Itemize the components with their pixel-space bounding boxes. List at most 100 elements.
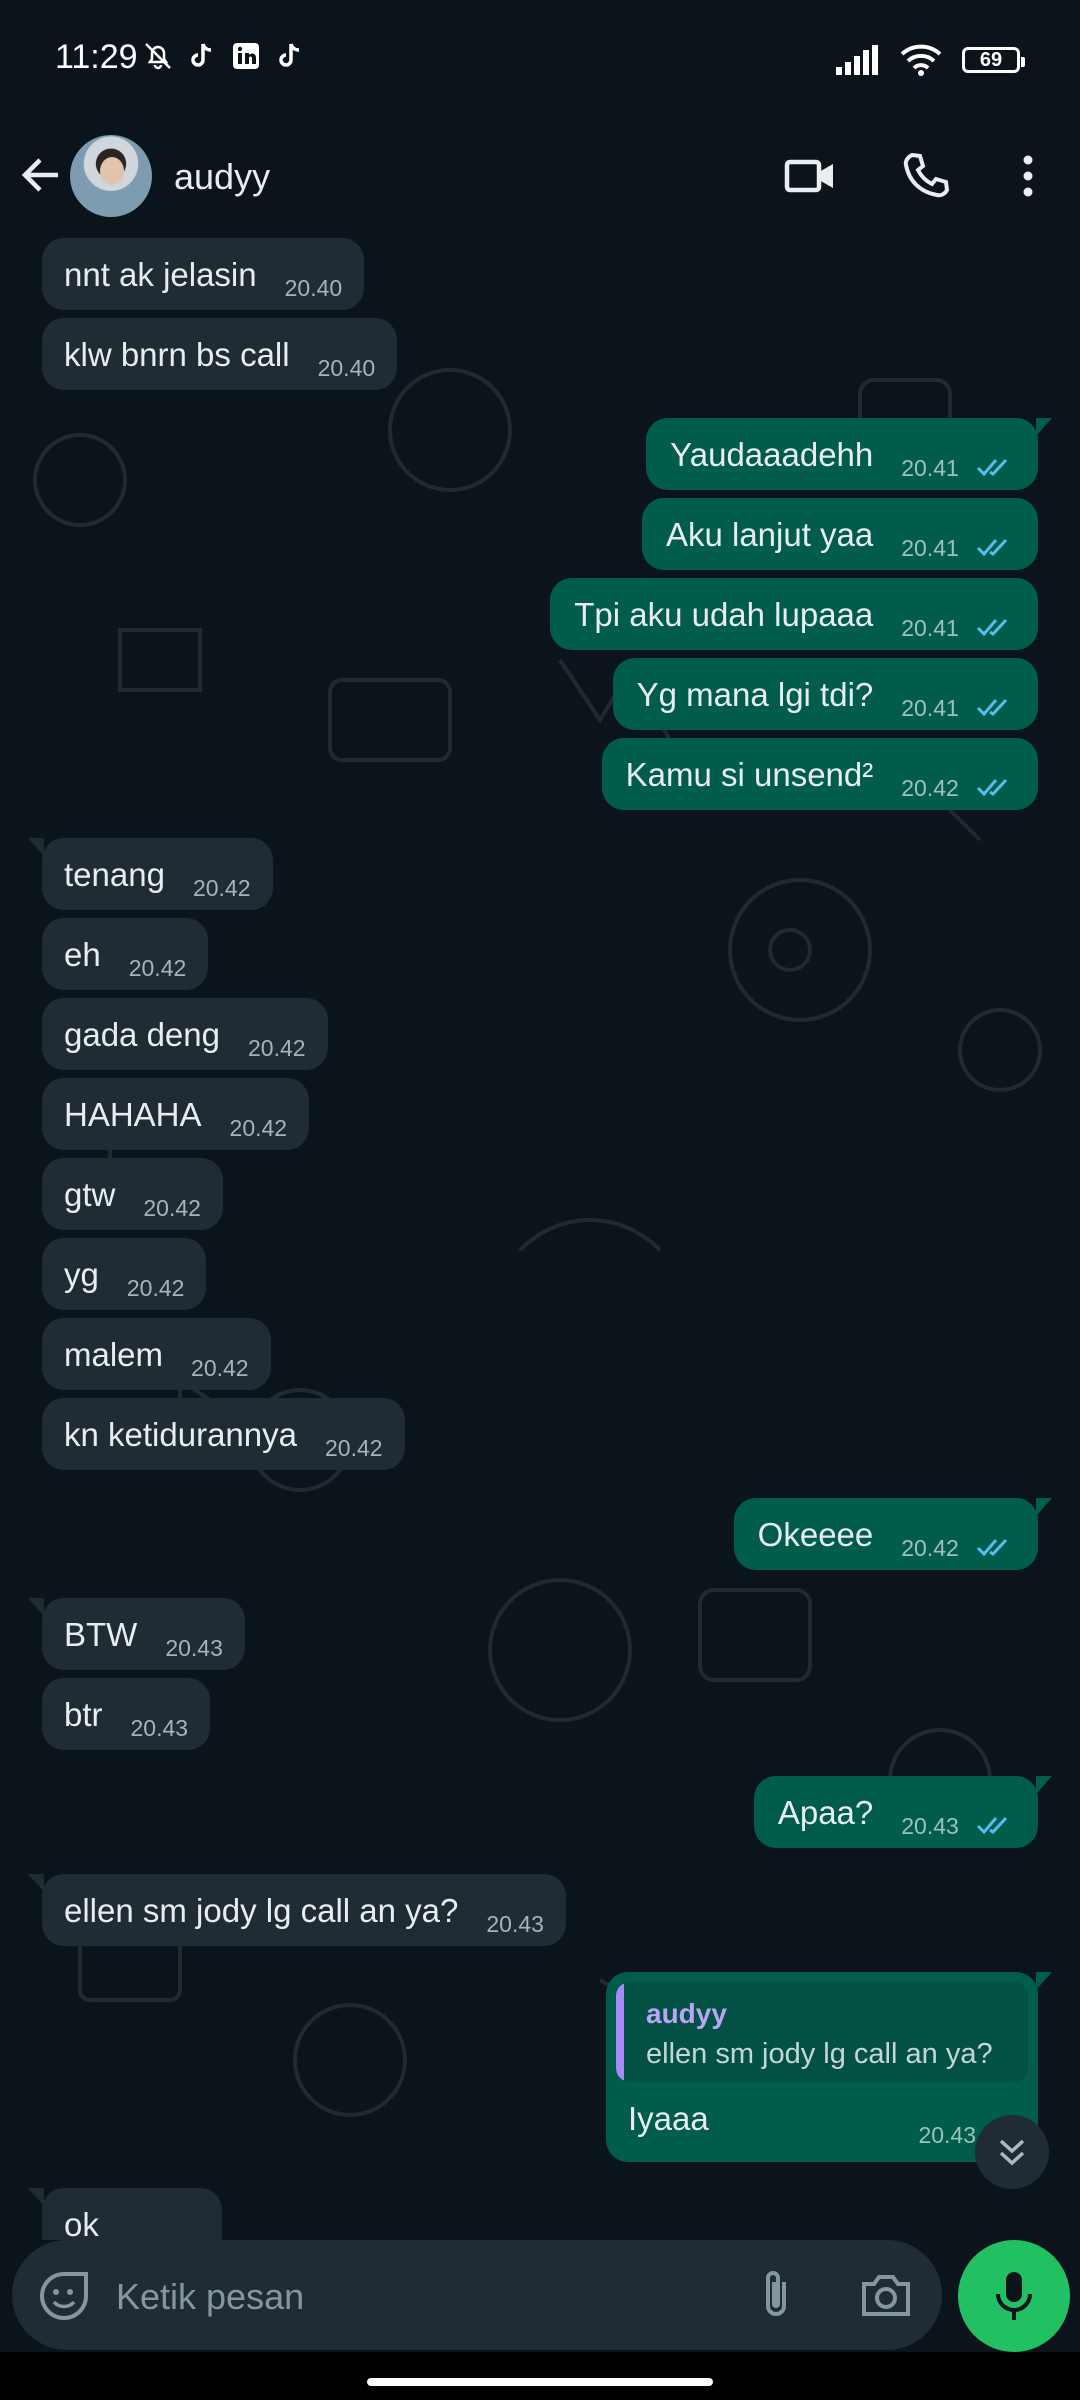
message-text: Yaudaaadehh [670, 436, 874, 473]
message-outgoing[interactable]: Aku lanjut yaa 20.41 [641, 498, 1038, 570]
message-time: 20.42 [192, 875, 251, 901]
message-outgoing[interactable]: Yaudaaadehh 20.41 [646, 418, 1052, 490]
message-outgoing[interactable]: Yg mana lgi tdi? 20.41 [612, 658, 1038, 730]
message-incoming[interactable]: btr 20.43 [42, 1678, 211, 1750]
bubble-tail [28, 1874, 44, 1892]
message-time: 20.40 [317, 355, 376, 381]
message-time: 20.43 [918, 2122, 976, 2148]
message-outgoing[interactable]: Tpi aku udah lupaaa 20.41 [550, 578, 1038, 650]
message-text: ellen sm jody lg call an ya? [64, 1892, 459, 1929]
phone-call-icon[interactable] [900, 150, 952, 202]
message-outgoing[interactable]: Apaa? 20.43 [753, 1776, 1052, 1848]
paperclip-icon[interactable] [750, 2266, 802, 2322]
home-indicator[interactable] [367, 2378, 713, 2386]
message-text: HAHAHA [64, 1096, 202, 1133]
read-ticks-icon [976, 538, 1008, 557]
message-incoming[interactable]: BTW 20.43 [28, 1598, 245, 1670]
message-time: 20.41 [901, 535, 959, 561]
message-time: 20.42 [901, 775, 959, 801]
message-text: Okeeee [757, 1516, 874, 1553]
tiktok-icon-2 [274, 40, 306, 72]
message-text: yg [64, 1256, 99, 1293]
message-time: 20.43 [130, 1715, 189, 1741]
message-text: kn ketidurannya [64, 1416, 297, 1453]
mute-bell-icon [142, 40, 174, 72]
message-text: btr [64, 1696, 103, 1733]
emoji-sticker-icon[interactable] [38, 2270, 90, 2322]
chat-area[interactable]: nnt ak jelasin 20.40 klw bnrn bs call 20.4… [0, 230, 1080, 2240]
message-time: 20.42 [126, 1275, 185, 1301]
message-text: Aku lanjut yaa [665, 516, 874, 553]
contact-name[interactable]: audyy [174, 156, 270, 198]
read-ticks-icon [976, 778, 1008, 797]
message-text: BTW [64, 1616, 138, 1653]
message-text: gtw [64, 1176, 116, 1213]
read-ticks-icon [976, 458, 1008, 477]
message-incoming[interactable]: kn ketidurannya 20.42 [42, 1398, 405, 1470]
bubble-tail [28, 2188, 44, 2206]
back-arrow-icon[interactable] [18, 152, 64, 198]
message-text: Apaa? [777, 1794, 874, 1831]
status-bar: 11:29 69 [0, 0, 1080, 120]
message-composer[interactable]: Ketik pesan [12, 2240, 942, 2350]
message-time: 20.41 [901, 455, 959, 481]
message-incoming[interactable]: eh 20.42 [42, 918, 209, 990]
message-time: 20.42 [128, 955, 187, 981]
message-time: 20.43 [901, 1813, 959, 1839]
avatar[interactable] [70, 135, 152, 217]
read-ticks-icon [976, 698, 1008, 717]
avatar-face [100, 157, 124, 185]
message-text: malem [64, 1336, 164, 1373]
message-text: Kamu si unsend² [625, 756, 874, 793]
message-time: 20.40 [284, 275, 343, 301]
message-time: 20.42 [191, 1355, 249, 1381]
message-incoming[interactable]: klw bnrn bs call 20.40 [42, 318, 398, 390]
message-outgoing[interactable]: Kamu si unsend² 20.42 [601, 738, 1038, 810]
message-text: gada deng [64, 1016, 220, 1053]
video-call-icon[interactable] [784, 150, 836, 202]
bubble-tail [28, 1598, 44, 1616]
double-chevron-down-icon [999, 2139, 1025, 2166]
message-incoming[interactable]: yg 20.42 [42, 1238, 207, 1310]
message-incoming[interactable]: ellen sm jody lg call an ya? 20.43 [28, 1874, 566, 1946]
quoted-message[interactable]: audyy ellen sm jody lg call an ya? [616, 1982, 1028, 2082]
bubble-tail [1036, 418, 1052, 436]
quoted-sender: audyy [646, 1998, 727, 2029]
message-text: klw bnrn bs call [64, 336, 290, 373]
read-ticks-icon [976, 1538, 1008, 1557]
message-incoming[interactable]: tenang 20.42 [28, 838, 273, 910]
message-outgoing[interactable]: Okeeee 20.42 [733, 1498, 1052, 1570]
linkedin-icon [230, 40, 262, 72]
bubble-tail [1036, 1972, 1052, 1990]
scroll-to-bottom-button[interactable] [975, 2115, 1049, 2189]
system-status: 69 [836, 44, 1025, 76]
battery-indicator: 69 [962, 47, 1025, 73]
message-incoming[interactable]: malem 20.42 [42, 1318, 271, 1390]
message-time: 20.43 [165, 1635, 223, 1661]
microphone-icon [996, 2272, 1032, 2320]
read-ticks-icon [976, 618, 1008, 637]
reply-message[interactable]: audyy ellen sm jody lg call an ya? Iyaaa… [606, 1972, 1052, 2162]
message-time: 20.42 [143, 1195, 201, 1221]
message-text: Tpi aku udah lupaaa [574, 596, 874, 633]
bubble-tail [1036, 1776, 1052, 1794]
quote-accent-bar [616, 1982, 624, 2082]
more-options-icon[interactable] [1010, 150, 1046, 202]
message-text: tenang [64, 856, 165, 893]
message-time: 20.42 [229, 1115, 288, 1141]
message-incoming-partial[interactable]: ok [28, 2188, 222, 2240]
chat-header: audyy [0, 120, 1080, 230]
message-incoming[interactable]: gtw 20.42 [42, 1158, 223, 1230]
message-time: 20.41 [901, 615, 959, 641]
message-time: 20.42 [901, 1535, 959, 1561]
message-incoming[interactable]: HAHAHA 20.42 [42, 1078, 310, 1150]
message-input[interactable]: Ketik pesan [116, 2276, 304, 2318]
message-time: 20.41 [901, 695, 959, 721]
message-text: eh [64, 936, 101, 973]
message-text: Iyaaa [628, 2100, 709, 2137]
message-incoming[interactable]: gada deng 20.42 [42, 998, 328, 1070]
camera-icon[interactable] [858, 2270, 914, 2320]
message-text: ok [64, 2206, 99, 2240]
voice-record-button[interactable] [958, 2240, 1070, 2352]
message-incoming[interactable]: nnt ak jelasin 20.40 [42, 238, 365, 310]
